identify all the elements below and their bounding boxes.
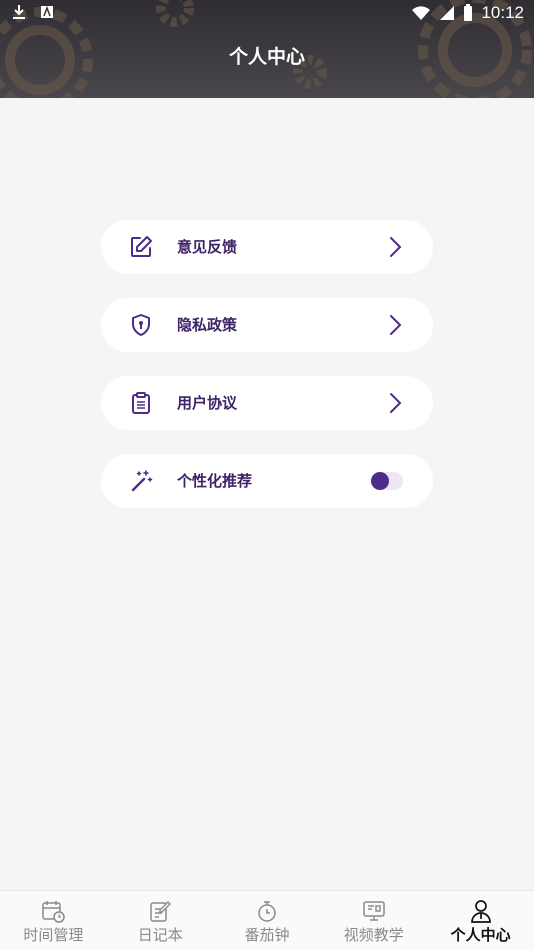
- menu-label: 意见反馈: [177, 238, 238, 256]
- download-icon: [13, 5, 25, 19]
- menu-label: 隐私政策: [177, 316, 238, 334]
- tab-diary[interactable]: 日记本: [107, 891, 214, 950]
- menu-item-user-agreement[interactable]: 用户协议: [101, 376, 433, 430]
- toggle-knob: [371, 472, 389, 490]
- person-icon: [470, 900, 491, 923]
- status-bar: 10:12: [0, 0, 534, 28]
- diary-icon: [150, 901, 172, 922]
- edit-icon: [131, 236, 152, 257]
- timer-icon: [258, 901, 276, 922]
- video-icon: [363, 901, 385, 921]
- page-title: 个人中心: [228, 46, 305, 68]
- tab-label: 个人中心: [450, 926, 511, 944]
- tab-time-management[interactable]: 时间管理: [0, 891, 107, 950]
- signal-icon: [440, 6, 455, 20]
- header: 10:12 个人中心: [0, 0, 534, 98]
- menu-label: 个性化推荐: [177, 472, 253, 490]
- tab-video-tutorials[interactable]: 视频教学: [320, 891, 427, 950]
- shield-icon: [132, 314, 150, 336]
- magic-wand-icon: [131, 470, 153, 492]
- status-time: 10:12: [481, 3, 524, 22]
- chevron-right-icon: [390, 237, 402, 257]
- chevron-right-icon: [390, 393, 402, 413]
- settings-menu: 意见反馈 隐私政策 用户协议 个性化推荐: [101, 220, 433, 532]
- battery-icon: [464, 4, 473, 21]
- personalized-recommendation-toggle[interactable]: [371, 472, 403, 490]
- menu-item-privacy-policy[interactable]: 隐私政策: [101, 298, 433, 352]
- menu-label: 用户协议: [177, 394, 238, 412]
- app-icon: [41, 5, 53, 18]
- clipboard-icon: [132, 392, 150, 414]
- wifi-icon: [412, 6, 431, 20]
- tab-label: 时间管理: [23, 926, 84, 944]
- tab-label: 番茄钟: [244, 926, 290, 944]
- tab-label: 日记本: [137, 926, 183, 944]
- chevron-right-icon: [390, 315, 402, 335]
- tab-pomodoro[interactable]: 番茄钟: [214, 891, 321, 950]
- bottom-tab-bar: 时间管理 日记本 番茄钟 视频教学 个人中心: [0, 890, 534, 950]
- tab-personal-center[interactable]: 个人中心: [427, 891, 534, 950]
- calendar-clock-icon: [42, 901, 66, 923]
- menu-item-feedback[interactable]: 意见反馈: [101, 220, 433, 274]
- menu-item-personalized-recommendation: 个性化推荐: [101, 454, 433, 508]
- tab-label: 视频教学: [343, 926, 404, 944]
